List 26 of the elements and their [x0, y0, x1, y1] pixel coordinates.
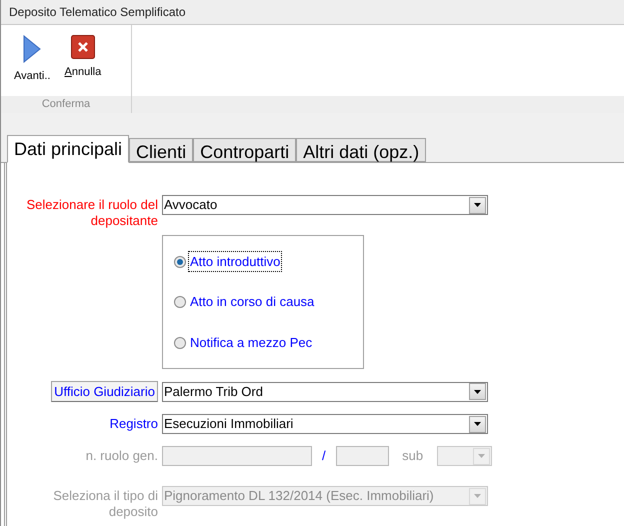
office-button[interactable]: Ufficio Giudiziario	[51, 381, 158, 402]
separator-text: /	[322, 447, 326, 466]
tab[interactable]: Controparti	[193, 138, 296, 162]
tab[interactable]: Altri dati (opz.)	[296, 138, 426, 162]
field-label: sub	[401, 447, 424, 466]
dropdown[interactable]: Palermo Trib Ord	[162, 382, 488, 402]
field-label: Seleziona il tipo di deposito	[52, 487, 159, 520]
field-label: n. ruolo gen.	[84, 447, 159, 466]
radio-icon[interactable]	[174, 336, 186, 348]
radio-option[interactable]: Notifica a mezzo Pec	[174, 332, 363, 352]
field-label: Selezionare il ruolo del depositante	[25, 196, 159, 229]
radio-option[interactable]: Atto in corso di causa	[174, 292, 363, 312]
cancel-button[interactable]: Annulla	[64, 35, 102, 96]
group-label: Conferma	[1, 96, 131, 113]
tab[interactable]: Clienti	[129, 138, 194, 162]
radio-option[interactable]: Atto introduttivo	[174, 252, 363, 272]
radio-icon[interactable]	[174, 256, 186, 268]
field-label: Registro	[108, 415, 159, 434]
close-icon	[70, 35, 95, 59]
play-arrow-icon	[23, 35, 42, 63]
dropdown[interactable]: Esecuzioni Immobiliari	[162, 414, 488, 434]
window-title: Deposito Telematico Semplificato	[1, 0, 624, 25]
next-button[interactable]: Avanti..	[14, 35, 50, 96]
radio-icon[interactable]	[174, 296, 186, 308]
dropdown[interactable]: Avvocato	[162, 195, 488, 215]
tab[interactable]: Dati principali	[7, 135, 130, 163]
